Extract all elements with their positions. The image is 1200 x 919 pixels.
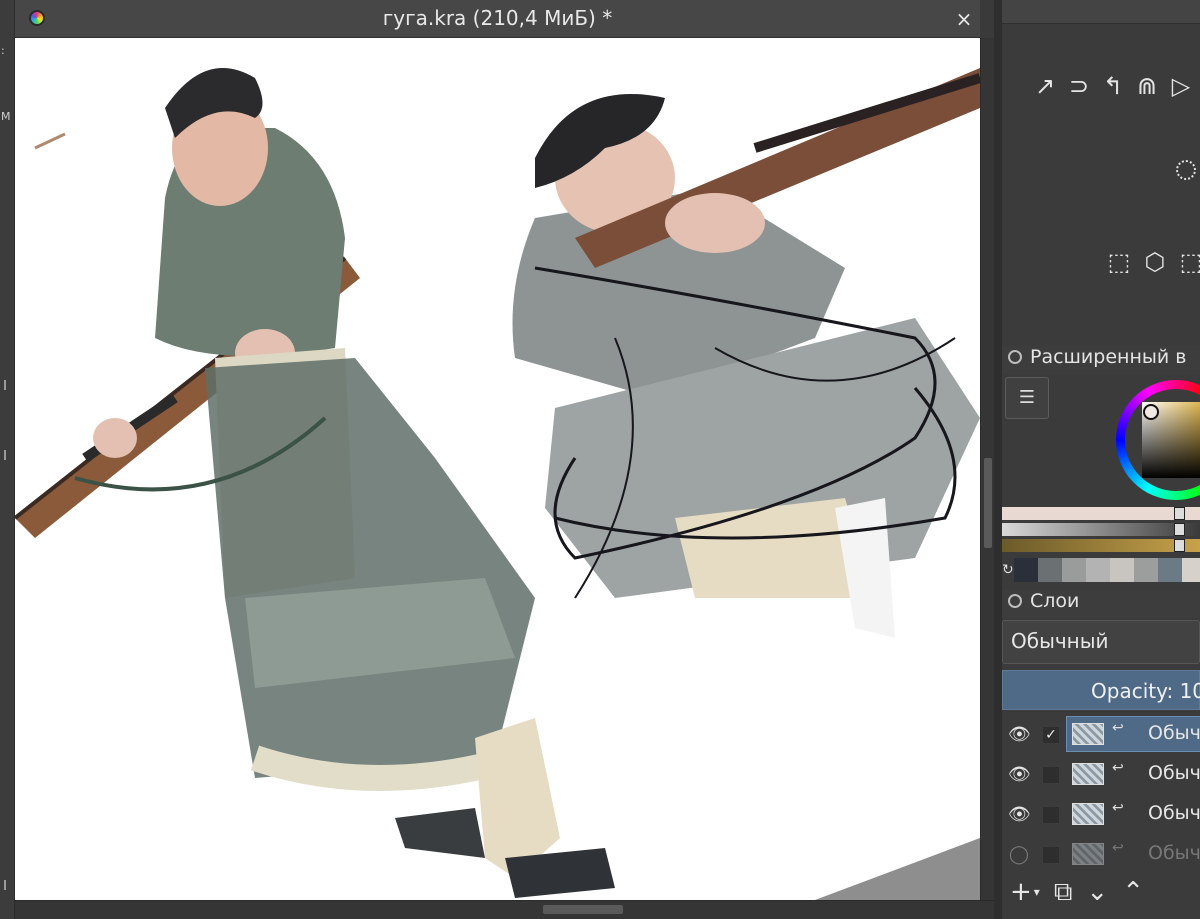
layer-type-icon: ↩ <box>1112 800 1124 816</box>
selection-tools-row: ⬚ ⬡ ⬚ <box>1106 248 1200 276</box>
lock-icon[interactable] <box>1008 350 1022 364</box>
layer-thumbnail <box>1072 843 1104 865</box>
document-titlebar: гуга.kra (210,4 МиБ) * × <box>15 0 980 38</box>
left-strip-glyph: M <box>1 110 11 123</box>
arc-tool-icon[interactable]: ⋒ <box>1134 72 1160 100</box>
tool-options-row: ↗ ⊃ ↰ ⋒ ▷ <box>1032 72 1194 100</box>
slider-handle[interactable] <box>1174 523 1185 536</box>
layer-checkbox[interactable] <box>1042 806 1060 824</box>
blend-mode-select[interactable]: Обычный <box>1002 620 1200 664</box>
left-strip-tick <box>4 380 10 390</box>
palette-swatch[interactable] <box>1013 558 1038 582</box>
layer-row[interactable]: 👁 ✓ ↩ Обыч <box>1002 714 1200 754</box>
layer-toolbar: + ▾ ⧉ ⌄ ⌃ <box>1002 872 1200 912</box>
layer-thumbnail <box>1072 763 1104 785</box>
left-toolbar-strip: : M <box>0 0 15 919</box>
rect-selection-icon[interactable]: ⬚ <box>1106 248 1132 276</box>
opacity-slider[interactable]: Opacity: 10 <box>1002 670 1200 710</box>
layer-type-icon: ↩ <box>1112 840 1124 856</box>
layers-panel-title: Слои <box>1030 590 1080 612</box>
move-layer-up-button[interactable]: ⌃ <box>1122 877 1144 907</box>
left-strip-tick <box>4 450 10 460</box>
ruler-tool-icon[interactable]: ↰ <box>1100 72 1126 100</box>
palette-swatch[interactable] <box>1181 558 1200 582</box>
layers-panel-header: Слои <box>1002 590 1200 618</box>
palette-swatch[interactable] <box>1037 558 1062 582</box>
color-panel-title: Расширенный в <box>1030 346 1187 368</box>
layer-row[interactable]: 👁 ↩ Обыч <box>1002 754 1200 794</box>
color-panel-header: Расширенный в <box>1002 346 1200 374</box>
visibility-eye-icon[interactable]: ◯ <box>1008 844 1030 865</box>
canvas-horizontal-scrollbar[interactable] <box>15 900 994 919</box>
color-slider[interactable] <box>1002 523 1200 536</box>
color-slider[interactable] <box>1002 539 1200 552</box>
scrollbar-thumb[interactable] <box>543 905 623 914</box>
curve-tool-icon[interactable]: ⊃ <box>1066 72 1092 100</box>
palette-swatch[interactable] <box>1157 558 1182 582</box>
palette-swatch[interactable] <box>1133 558 1158 582</box>
layer-checkbox[interactable]: ✓ <box>1042 726 1060 744</box>
layer-type-icon: ↩ <box>1112 760 1124 776</box>
palette-swatch[interactable] <box>1109 558 1134 582</box>
layer-name: Обыч <box>1148 802 1200 824</box>
assistant-tool-icon[interactable]: ↗ <box>1032 72 1058 100</box>
layer-row[interactable]: 👁 ↩ Обыч <box>1002 794 1200 834</box>
layer-name: Обыч <box>1148 722 1200 744</box>
color-panel-menu-button[interactable]: ☰ <box>1005 377 1049 419</box>
dock-splitter[interactable] <box>994 0 1002 919</box>
layer-thumbnail <box>1072 803 1104 825</box>
color-wheel[interactable] <box>1116 380 1200 500</box>
artwork <box>15 68 980 900</box>
canvas-vertical-scrollbar[interactable] <box>980 38 994 900</box>
document-title: гуга.kra (210,4 МиБ) * <box>382 6 613 30</box>
refresh-icon[interactable]: ↻ <box>1002 558 1014 582</box>
dock-settings-gear-icon[interactable] <box>1176 160 1196 180</box>
visibility-eye-icon[interactable]: 👁 <box>1008 804 1031 825</box>
triangle-tool-icon[interactable]: ▷ <box>1168 72 1194 100</box>
right-dock: ↗ ⊃ ↰ ⋒ ▷ ⬚ ⬡ ⬚ Расширенный в ☰ ↻ Слои О… <box>1002 0 1200 919</box>
krita-window: : M гуга.kra (210,4 МиБ) * × ↗ ⊃ ↰ ⋒ ▷ ⬚… <box>0 0 1200 919</box>
layer-checkbox[interactable] <box>1042 846 1060 864</box>
lock-icon[interactable] <box>1008 594 1022 608</box>
layer-thumbnail <box>1072 723 1104 745</box>
close-document-button[interactable]: × <box>952 7 976 31</box>
layer-row[interactable]: ◯ ↩ Обыч <box>1002 834 1200 874</box>
color-slider[interactable] <box>1002 507 1200 520</box>
layer-type-icon: ↩ <box>1112 720 1124 736</box>
move-layer-down-button[interactable]: ⌄ <box>1086 877 1108 907</box>
dock-top-bar <box>1002 0 1200 24</box>
palette-swatches: ↻ <box>1002 558 1200 582</box>
slider-handle[interactable] <box>1174 539 1185 552</box>
layer-name: Обыч <box>1148 762 1200 784</box>
add-layer-dropdown-icon[interactable]: ▾ <box>1034 885 1040 899</box>
contiguous-selection-icon[interactable]: ⬚ <box>1178 248 1200 276</box>
poly-selection-icon[interactable]: ⬡ <box>1142 248 1168 276</box>
add-layer-button[interactable]: + <box>1010 877 1032 907</box>
duplicate-layer-button[interactable]: ⧉ <box>1054 877 1073 908</box>
slider-handle[interactable] <box>1174 507 1185 520</box>
left-strip-tick <box>4 880 10 890</box>
layers-list: 👁 ✓ ↩ Обыч 👁 ↩ Обыч 👁 ↩ Обыч ◯ ↩ Обыч <box>1002 714 1200 874</box>
visibility-eye-icon[interactable]: 👁 <box>1008 724 1031 745</box>
layer-checkbox[interactable] <box>1042 766 1060 784</box>
left-strip-glyph: : <box>1 44 5 57</box>
scrollbar-thumb[interactable] <box>984 458 992 548</box>
visibility-eye-icon[interactable]: 👁 <box>1008 764 1031 785</box>
color-picker-handle[interactable] <box>1143 404 1159 420</box>
palette-swatch[interactable] <box>1085 558 1110 582</box>
palette-swatch[interactable] <box>1061 558 1086 582</box>
drawing-canvas[interactable] <box>15 38 980 900</box>
layer-name: Обыч <box>1148 842 1200 864</box>
